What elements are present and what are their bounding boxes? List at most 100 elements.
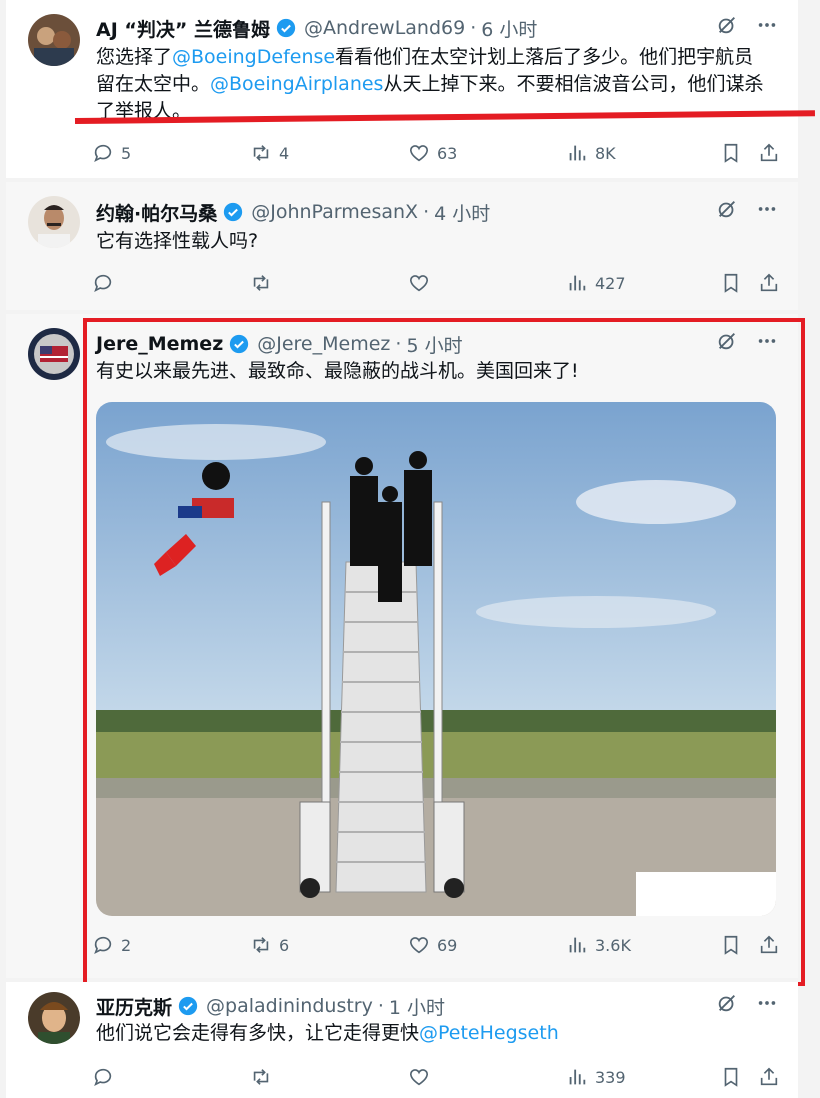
tweet-media-image[interactable] (96, 402, 776, 916)
views-button[interactable]: 339 (566, 1062, 626, 1092)
bookmark-icon (724, 935, 738, 955)
author-name[interactable]: AJ “判决” 兰德鲁姆 (96, 15, 270, 42)
share-button[interactable] (758, 1062, 780, 1092)
like-icon (409, 275, 429, 292)
author-handle[interactable]: @Jere_Memez (257, 333, 390, 355)
more-icon[interactable] (756, 14, 778, 36)
tweet-text: 有史以来最先进、最致命、最隐蔽的战斗机。美国回来了! (96, 360, 579, 382)
share-icon (760, 143, 778, 162)
more-icon[interactable] (756, 198, 778, 220)
avatar[interactable] (28, 14, 80, 66)
repost-icon (253, 937, 269, 953)
avatar[interactable] (28, 992, 80, 1044)
views-count: 339 (595, 1067, 626, 1087)
share-icon (760, 1067, 778, 1086)
like-button[interactable] (408, 1062, 437, 1092)
views-count: 427 (595, 273, 626, 293)
share-button[interactable] (758, 268, 780, 298)
separator-dot: · (395, 333, 402, 355)
reply-icon (94, 936, 112, 955)
grok-icon[interactable] (716, 14, 738, 36)
bookmark-icon (724, 273, 738, 293)
views-button[interactable]: 8K (566, 138, 616, 168)
timestamp[interactable]: 1 小时 (389, 993, 445, 1020)
like-button[interactable]: 69 (408, 930, 457, 960)
views-count: 3.6K (595, 935, 631, 955)
timestamp[interactable]: 6 小时 (481, 15, 537, 42)
views-icon (569, 937, 586, 953)
reply-icon (94, 1068, 112, 1087)
views-icon (569, 1069, 586, 1085)
reply-count: 2 (121, 935, 132, 955)
verified-badge-icon (178, 996, 198, 1016)
more-icon[interactable] (756, 330, 778, 352)
share-button[interactable] (758, 138, 780, 168)
share-icon (760, 273, 778, 292)
repost-button[interactable] (250, 268, 279, 298)
like-icon (409, 145, 429, 162)
reply-button[interactable]: 5 (92, 138, 131, 168)
tweet-text: 它有选择性载人吗? (96, 230, 259, 252)
like-icon (409, 1069, 429, 1086)
repost-icon (253, 145, 269, 161)
tweet-paladinindustry[interactable]: 亚历克斯 @paladinindustry · 1 小时 他们说它会走得有多快，… (6, 982, 798, 1098)
reply-button[interactable] (92, 1062, 121, 1092)
reply-button[interactable] (92, 268, 121, 298)
share-icon (760, 935, 778, 954)
author-name[interactable]: Jere_Memez (96, 333, 223, 355)
tweet-andrewland[interactable]: AJ “判决” 兰德鲁姆 @AndrewLand69 · 6 小时 您选择了@B… (6, 0, 798, 178)
like-count: 63 (437, 143, 458, 163)
timestamp[interactable]: 5 小时 (406, 331, 462, 358)
avatar[interactable] (28, 328, 80, 380)
like-icon (409, 937, 429, 954)
author-name[interactable]: 约翰·帕尔马桑 (96, 199, 217, 226)
author-handle[interactable]: @paladinindustry (206, 995, 373, 1017)
author-handle[interactable]: @JohnParmesanX (251, 201, 418, 223)
like-count: 69 (437, 935, 458, 955)
bookmark-button[interactable] (720, 268, 742, 298)
mention-link[interactable]: @PeteHegseth (419, 1022, 559, 1044)
repost-count: 6 (279, 935, 290, 955)
reply-button[interactable]: 2 (92, 930, 131, 960)
tweet-text: 他们说它会走得有多快，让它走得更快@PeteHegseth (96, 1022, 559, 1044)
verified-badge-icon (224, 202, 243, 222)
verified-badge-icon (230, 334, 249, 354)
like-button[interactable]: 63 (408, 138, 457, 168)
verified-badge-icon (276, 18, 296, 38)
timestamp[interactable]: 4 小时 (434, 199, 490, 226)
bookmark-button[interactable] (720, 930, 742, 960)
bookmark-icon (724, 143, 738, 163)
separator-dot: · (423, 201, 430, 223)
bookmark-button[interactable] (720, 1062, 742, 1092)
grok-icon[interactable] (716, 198, 738, 220)
views-icon (569, 275, 586, 291)
repost-button[interactable]: 4 (250, 138, 289, 168)
tweet-johnparmesan[interactable]: 约翰·帕尔马桑 @JohnParmesanX · 4 小时 它有选择性载人吗? … (6, 182, 798, 310)
bookmark-button[interactable] (720, 138, 742, 168)
reply-count: 5 (121, 143, 132, 163)
bookmark-icon (724, 1067, 738, 1087)
repost-count: 4 (279, 143, 290, 163)
repost-button[interactable]: 6 (250, 930, 289, 960)
views-button[interactable]: 427 (566, 268, 626, 298)
separator-dot: · (377, 995, 384, 1017)
more-icon[interactable] (756, 992, 778, 1014)
grok-icon[interactable] (716, 330, 738, 352)
author-name[interactable]: 亚历克斯 (96, 993, 172, 1020)
repost-button[interactable] (250, 1062, 279, 1092)
grok-icon[interactable] (716, 992, 738, 1014)
views-button[interactable]: 3.6K (566, 930, 631, 960)
repost-icon (253, 275, 269, 291)
reply-icon (94, 144, 112, 163)
reply-icon (94, 274, 112, 293)
author-handle[interactable]: @AndrewLand69 (304, 17, 465, 39)
avatar[interactable] (28, 196, 80, 248)
views-icon (569, 145, 586, 161)
mention-link[interactable]: @BoeingDefense (172, 46, 335, 68)
repost-icon (253, 1069, 269, 1085)
share-button[interactable] (758, 930, 780, 960)
views-count: 8K (595, 143, 616, 163)
like-button[interactable] (408, 268, 437, 298)
mention-link[interactable]: @BoeingAirplanes (210, 73, 383, 95)
separator-dot: · (470, 17, 477, 39)
